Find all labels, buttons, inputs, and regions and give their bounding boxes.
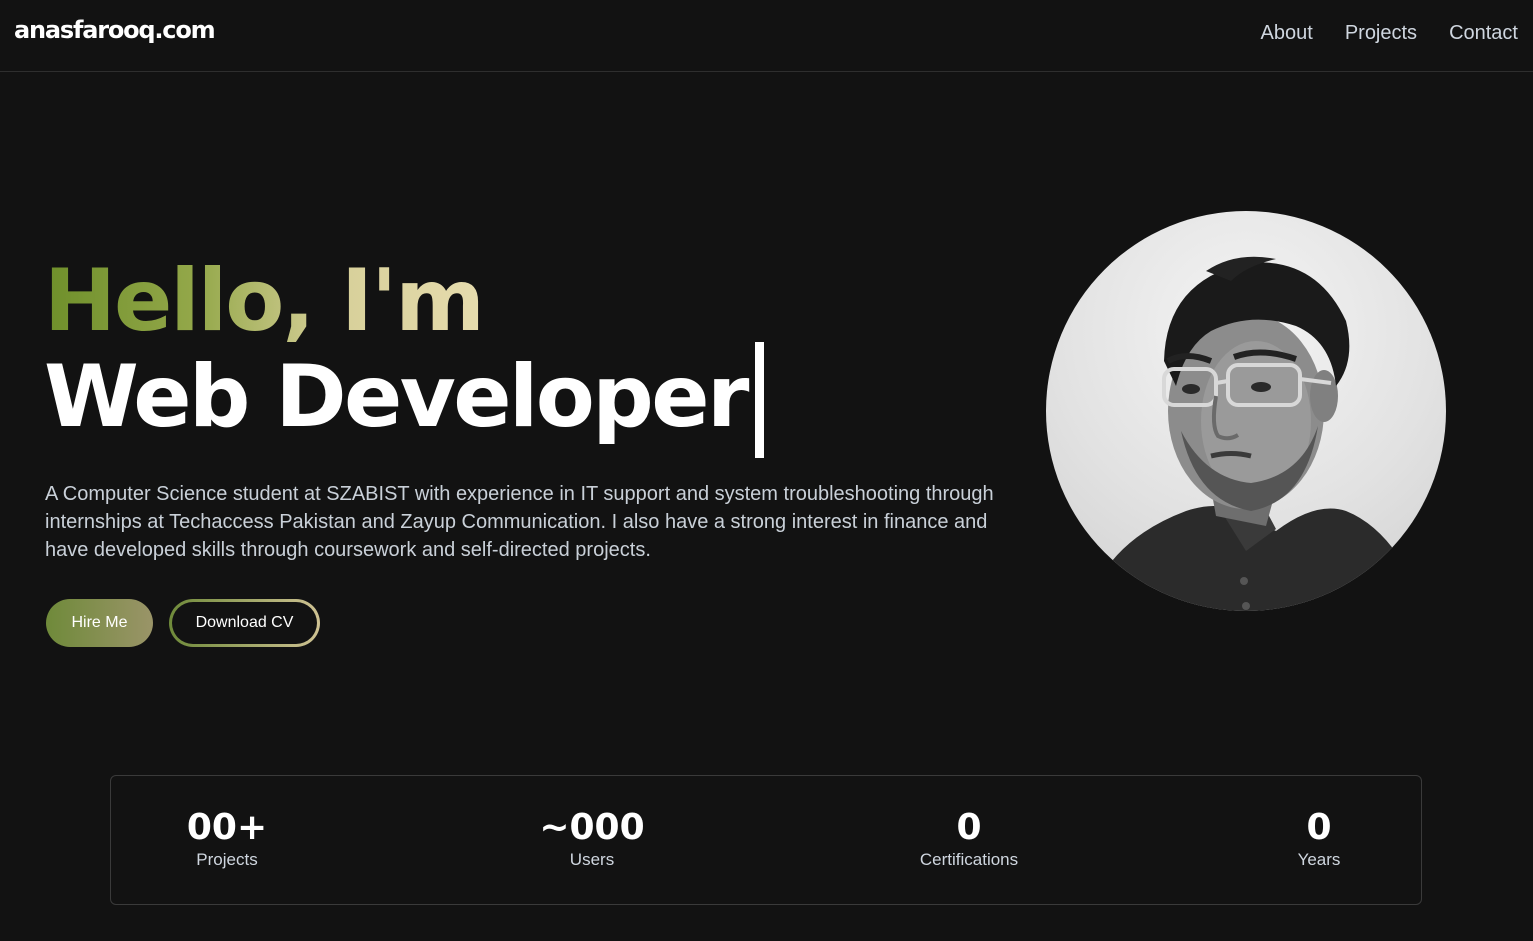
stat-years: 0 Years: [1298, 806, 1341, 870]
hero-buttons: Hire Me Download CV: [46, 599, 320, 647]
stat-label: Users: [569, 850, 615, 869]
profile-photo: [1046, 211, 1446, 611]
nav-links: About Projects Contact: [1261, 22, 1518, 45]
stat-label: Certifications: [919, 850, 1019, 869]
nav-link-projects[interactable]: Projects: [1345, 22, 1417, 45]
download-cv-button[interactable]: Download CV: [169, 599, 320, 647]
stat-projects: 00+ Projects: [187, 806, 267, 870]
hire-me-button[interactable]: Hire Me: [46, 599, 153, 647]
site-logo[interactable]: anasfarooq.com: [14, 16, 216, 44]
typing-caret: [754, 342, 764, 458]
stat-value: ~000: [539, 807, 645, 848]
stat-label: Projects: [196, 850, 258, 869]
stat-certifications: 0 Certifications: [920, 806, 1018, 870]
stat-value: 0: [956, 807, 982, 848]
nav-link-contact[interactable]: Contact: [1449, 22, 1518, 45]
hero-role: Web Developer: [44, 346, 749, 447]
stat-users: ~000 Users: [539, 806, 644, 870]
stat-value: 0: [1306, 807, 1332, 848]
stats-panel: 00+ Projects ~000 Users 0 Certifications…: [110, 775, 1422, 905]
portfolio-page: anasfarooq.com About Projects Contact He…: [0, 0, 1533, 941]
hero-greeting: Hello, I'm: [44, 250, 485, 351]
stat-label: Years: [1297, 850, 1341, 869]
stat-value: 00+: [186, 807, 268, 848]
profile-portrait-icon: [1086, 256, 1426, 611]
nav-link-about[interactable]: About: [1261, 22, 1313, 45]
hero-bio: A Computer Science student at SZABIST wi…: [45, 483, 994, 561]
hero-role-line: Web Developer: [44, 336, 764, 458]
top-navbar: anasfarooq.com About Projects Contact: [0, 0, 1533, 72]
